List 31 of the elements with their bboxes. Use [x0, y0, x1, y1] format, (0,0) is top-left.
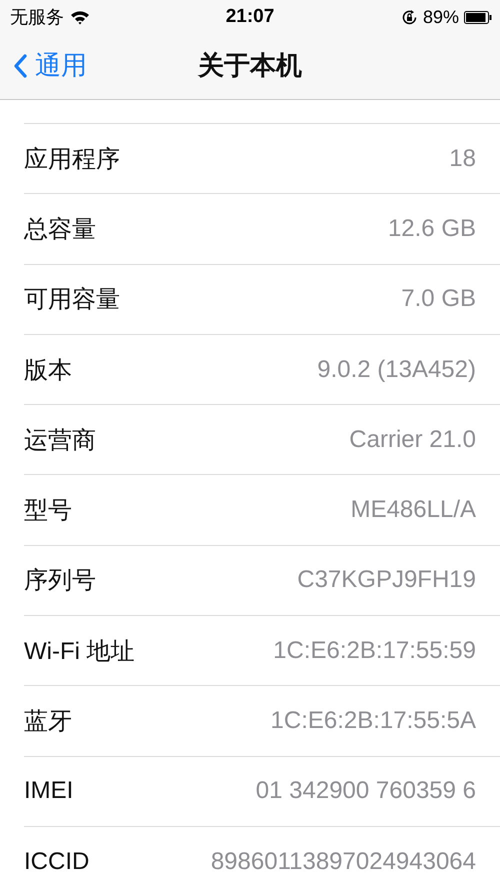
- back-button[interactable]: 通用: [0, 48, 87, 83]
- row-label: ICCID: [24, 848, 90, 876]
- row-value: 89860113897024943064: [210, 848, 476, 876]
- battery-percent-text: 89%: [422, 6, 459, 28]
- carrier-text: 无服务: [10, 6, 64, 29]
- chevron-left-icon: [13, 54, 27, 78]
- row-value: 9.0.2 (13A452): [317, 356, 476, 384]
- row-label: 应用程序: [24, 144, 120, 175]
- row-value: C37KGPJ9FH19: [297, 566, 476, 594]
- row-label: 运营商: [24, 426, 96, 456]
- row-value: 12.6 GB: [388, 214, 476, 243]
- row-label: 版本: [24, 356, 72, 386]
- row-label: Wi-Fi 地址: [24, 636, 135, 667]
- row-label: 总容量: [24, 214, 96, 245]
- battery-icon: [464, 10, 492, 24]
- row-label: IMEI: [24, 777, 74, 806]
- row-label: 序列号: [24, 566, 96, 596]
- row-value: 1C:E6:2B:17:55:5A: [270, 707, 476, 736]
- row-label: 型号: [24, 496, 72, 526]
- row-label: 可用容量: [24, 285, 120, 316]
- row-value: 18: [449, 144, 476, 173]
- row-value: 7.0 GB: [401, 285, 476, 314]
- wifi-icon: [70, 10, 90, 24]
- clock-text: 21:07: [226, 6, 274, 28]
- page-title: 关于本机: [198, 49, 302, 82]
- row-label: 蓝牙: [24, 707, 72, 738]
- row-value: ME486LL/A: [350, 496, 476, 524]
- row-value: 01 342900 760359 6: [256, 777, 476, 806]
- rotation-lock-icon: [400, 8, 418, 26]
- row-value: 1C:E6:2B:17:55:59: [273, 636, 476, 665]
- row-value: Carrier 21.0: [349, 426, 476, 454]
